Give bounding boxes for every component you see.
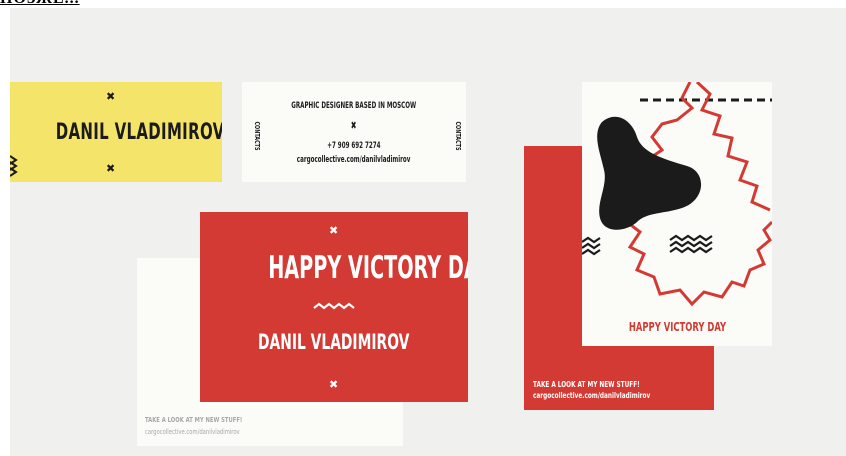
- card-name: DANIL VLADIMIROV: [258, 330, 410, 354]
- yellow-business-card: ✖ DANIL VLADIMIROV ✖: [10, 82, 222, 182]
- top-link[interactable]: ПОЗЖЕ...: [0, 0, 80, 8]
- cross-icon: ✖: [329, 378, 339, 391]
- card-tagline: TAKE A LOOK AT MY NEW STUFF!: [145, 416, 243, 424]
- side-label-left: CONTACTS: [252, 121, 261, 151]
- cross-icon: ✖: [329, 224, 339, 237]
- wave-icon: [313, 302, 355, 310]
- card-website: cargocollective.com/danilvladimirov: [533, 391, 651, 400]
- cross-icon: ✖: [106, 162, 116, 175]
- website: cargocollective.com/danilvladimirov: [297, 155, 411, 165]
- card-tagline: TAKE A LOOK AT MY NEW STUFF!: [533, 380, 640, 389]
- card-name: DANIL VLADIMIROV: [55, 120, 222, 145]
- contacts-card: GRAPHIC DESIGNER BASED IN MOSCOW ✖ +7 90…: [242, 82, 466, 182]
- tagline: GRAPHIC DESIGNER BASED IN MOSCOW: [291, 101, 417, 111]
- victory-day-poster: HAPPY VICTORY DAY: [582, 82, 772, 346]
- cross-icon: ✖: [106, 90, 116, 103]
- poster-title: HAPPY VICTORY DAY: [628, 320, 726, 334]
- cross-icon: ✖: [351, 119, 357, 132]
- phone-number: +7 909 692 7274: [327, 141, 381, 151]
- zigzag-icon: [10, 155, 18, 177]
- card-website: cargocollective.com/danilvladimirov: [145, 428, 240, 436]
- card-title: HAPPY VICTORY DAY: [268, 250, 468, 286]
- side-label-right: CONTACTS: [453, 121, 462, 151]
- poster-artwork: [582, 82, 772, 307]
- victory-day-card: ✖ HAPPY VICTORY DAY DANIL VLADIMIROV ✖: [200, 212, 468, 402]
